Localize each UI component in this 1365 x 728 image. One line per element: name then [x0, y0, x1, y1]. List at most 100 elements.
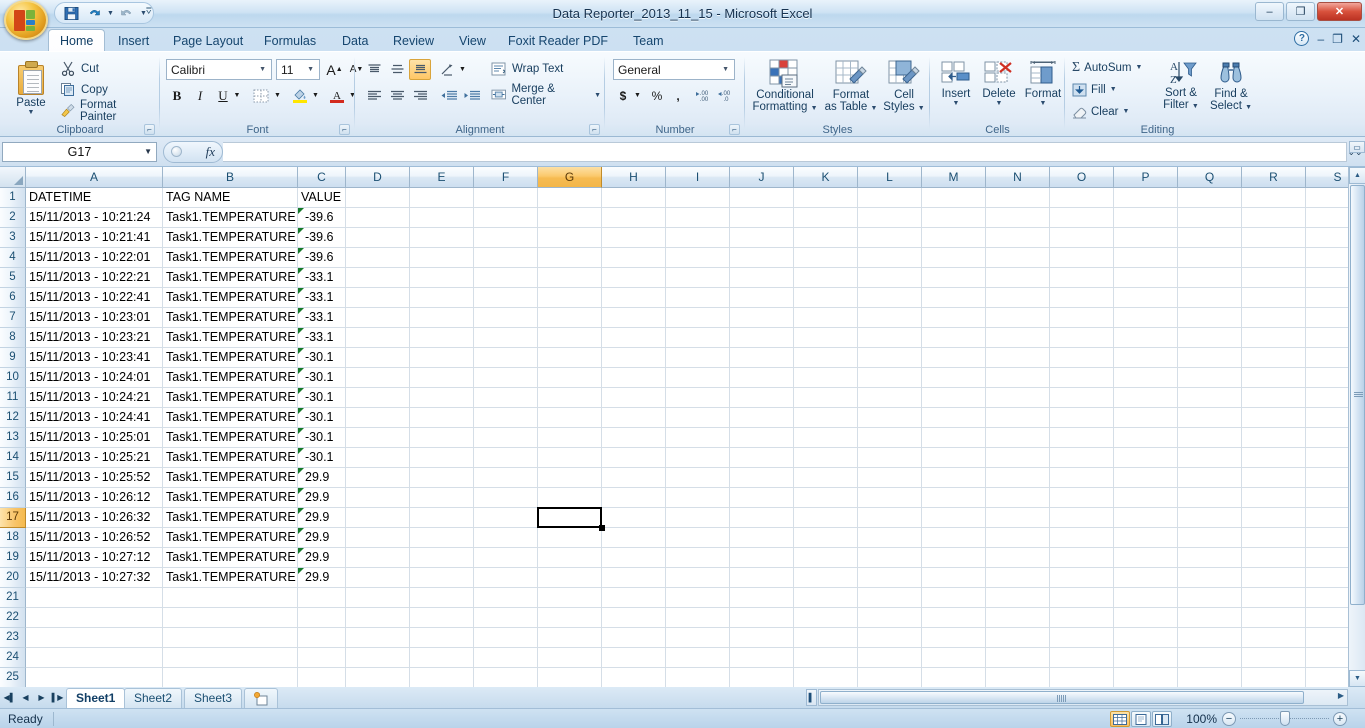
conditional-formatting-dropdown-icon[interactable]: ▼: [811, 105, 818, 112]
decrease-indent-button[interactable]: [438, 85, 460, 106]
cell-P17[interactable]: [1114, 508, 1178, 528]
cell-G24[interactable]: [538, 648, 602, 668]
cell-J3[interactable]: [730, 228, 794, 248]
row-header-7[interactable]: 7: [0, 308, 26, 328]
cell-A15[interactable]: 15/11/2013 - 10:25:52: [26, 468, 163, 488]
cell-F20[interactable]: [474, 568, 538, 588]
cell-I24[interactable]: [666, 648, 730, 668]
cell-N7[interactable]: [986, 308, 1050, 328]
copy-button[interactable]: Copy: [56, 80, 152, 99]
tab-view[interactable]: View: [448, 30, 497, 52]
cell-D12[interactable]: [346, 408, 410, 428]
cell-H1[interactable]: [602, 188, 666, 208]
cell-R19[interactable]: [1242, 548, 1306, 568]
tab-foxit-reader-pdf[interactable]: Foxit Reader PDF: [497, 30, 619, 52]
cell-A14[interactable]: 15/11/2013 - 10:25:21: [26, 448, 163, 468]
cell-P21[interactable]: [1114, 588, 1178, 608]
undo-icon[interactable]: [84, 4, 104, 22]
font-name-select[interactable]: Calibri ▼: [166, 59, 272, 80]
cell-H4[interactable]: [602, 248, 666, 268]
cell-N1[interactable]: [986, 188, 1050, 208]
cell-D16[interactable]: [346, 488, 410, 508]
cell-K10[interactable]: [794, 368, 858, 388]
paste-button[interactable]: Paste ▼: [8, 58, 54, 120]
cell-C14[interactable]: -30.1: [298, 448, 346, 468]
row-header-18[interactable]: 18: [0, 528, 26, 548]
cell-L11[interactable]: [858, 388, 922, 408]
cell-G25[interactable]: [538, 668, 602, 687]
chevron-down-icon[interactable]: ▼: [144, 147, 152, 156]
clipboard-dialog-launcher-icon[interactable]: ⌐: [144, 124, 155, 135]
tab-formulas[interactable]: Formulas: [253, 30, 327, 52]
cell-F18[interactable]: [474, 528, 538, 548]
cell-K14[interactable]: [794, 448, 858, 468]
cell-D2[interactable]: [346, 208, 410, 228]
cell-K19[interactable]: [794, 548, 858, 568]
row-header-21[interactable]: 21: [0, 588, 26, 608]
vertical-split-handle[interactable]: ▭: [1349, 141, 1365, 153]
comma-format-button[interactable]: ,: [669, 85, 687, 106]
cell-Q1[interactable]: [1178, 188, 1242, 208]
cell-E15[interactable]: [410, 468, 474, 488]
cell-O12[interactable]: [1050, 408, 1114, 428]
cell-I19[interactable]: [666, 548, 730, 568]
cell-J10[interactable]: [730, 368, 794, 388]
cell-O17[interactable]: [1050, 508, 1114, 528]
cell-C11[interactable]: -30.1: [298, 388, 346, 408]
cell-A10[interactable]: 15/11/2013 - 10:24:01: [26, 368, 163, 388]
restore-window-icon[interactable]: ❐: [1332, 32, 1343, 46]
cell-H20[interactable]: [602, 568, 666, 588]
vertical-scrollbar[interactable]: ▲ ▼: [1348, 167, 1365, 687]
cell-A22[interactable]: [26, 608, 163, 628]
cell-F22[interactable]: [474, 608, 538, 628]
cell-L1[interactable]: [858, 188, 922, 208]
cell-G7[interactable]: [538, 308, 602, 328]
column-header-n[interactable]: N: [986, 167, 1050, 188]
sheet-tab-sheet1[interactable]: Sheet1: [66, 688, 126, 708]
next-sheet-icon[interactable]: ▶: [34, 690, 49, 705]
cell-R7[interactable]: [1242, 308, 1306, 328]
cell-K7[interactable]: [794, 308, 858, 328]
cell-B3[interactable]: Task1.TEMPERATURE: [163, 228, 298, 248]
row-header-9[interactable]: 9: [0, 348, 26, 368]
cell-C22[interactable]: [298, 608, 346, 628]
cell-K20[interactable]: [794, 568, 858, 588]
cell-R16[interactable]: [1242, 488, 1306, 508]
cell-R20[interactable]: [1242, 568, 1306, 588]
cell-C20[interactable]: 29.9: [298, 568, 346, 588]
column-header-e[interactable]: E: [410, 167, 474, 188]
cell-B18[interactable]: Task1.TEMPERATURE: [163, 528, 298, 548]
merge-center-button[interactable]: Merge & Center ▼: [487, 83, 602, 107]
alignment-dialog-launcher-icon[interactable]: ⌐: [589, 124, 600, 135]
cell-B1[interactable]: TAG NAME: [163, 188, 298, 208]
cell-Q21[interactable]: [1178, 588, 1242, 608]
cell-E20[interactable]: [410, 568, 474, 588]
cell-D4[interactable]: [346, 248, 410, 268]
cell-R23[interactable]: [1242, 628, 1306, 648]
cell-D11[interactable]: [346, 388, 410, 408]
cell-E18[interactable]: [410, 528, 474, 548]
cell-A5[interactable]: 15/11/2013 - 10:22:21: [26, 268, 163, 288]
row-header-13[interactable]: 13: [0, 428, 26, 448]
cell-B23[interactable]: [163, 628, 298, 648]
cell-K11[interactable]: [794, 388, 858, 408]
cell-R2[interactable]: [1242, 208, 1306, 228]
cell-C16[interactable]: 29.9: [298, 488, 346, 508]
cell-I12[interactable]: [666, 408, 730, 428]
cell-B16[interactable]: Task1.TEMPERATURE: [163, 488, 298, 508]
cell-L12[interactable]: [858, 408, 922, 428]
cell-I4[interactable]: [666, 248, 730, 268]
cell-L20[interactable]: [858, 568, 922, 588]
cell-P25[interactable]: [1114, 668, 1178, 687]
cell-J21[interactable]: [730, 588, 794, 608]
cell-C25[interactable]: [298, 668, 346, 687]
cell-K18[interactable]: [794, 528, 858, 548]
cell-A2[interactable]: 15/11/2013 - 10:21:24: [26, 208, 163, 228]
row-header-4[interactable]: 4: [0, 248, 26, 268]
cell-I22[interactable]: [666, 608, 730, 628]
row-header-2[interactable]: 2: [0, 208, 26, 228]
cell-M16[interactable]: [922, 488, 986, 508]
cell-O24[interactable]: [1050, 648, 1114, 668]
cell-A13[interactable]: 15/11/2013 - 10:25:01: [26, 428, 163, 448]
office-button-icon[interactable]: [4, 0, 48, 40]
